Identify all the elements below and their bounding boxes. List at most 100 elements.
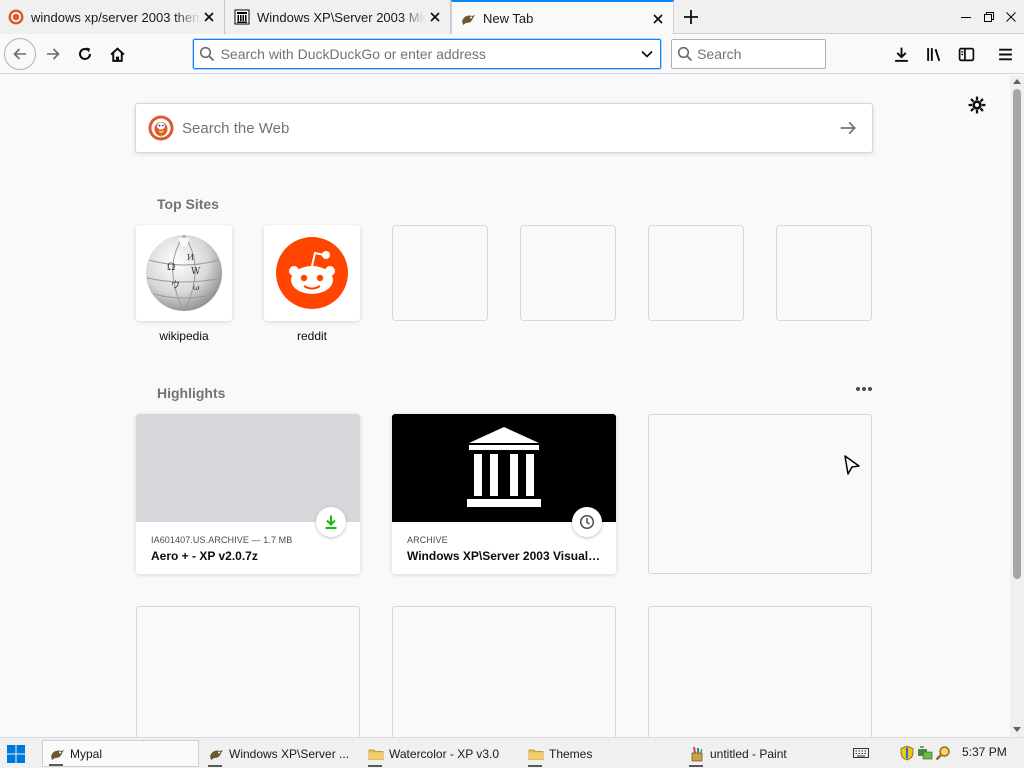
tab-new-tab[interactable]: New Tab (451, 0, 674, 35)
forward-button[interactable] (38, 39, 68, 69)
keyboard-icon[interactable] (853, 745, 869, 761)
svg-text:ω: ω (193, 283, 200, 292)
folder-icon (368, 746, 384, 762)
svg-text:Ω: Ω (167, 262, 175, 273)
highlight-thumbnail (392, 414, 616, 522)
restore-button[interactable] (978, 6, 1000, 28)
library-button[interactable] (919, 39, 949, 69)
close-window-button[interactable] (1000, 6, 1022, 28)
web-search-box[interactable] (135, 103, 873, 153)
close-tab-icon[interactable] (200, 8, 218, 26)
mouse-cursor-icon (844, 455, 860, 475)
downloads-button[interactable] (886, 39, 916, 69)
folder-icon (528, 746, 544, 762)
clock-icon (572, 507, 602, 537)
tab-duckduckgo-search[interactable]: windows xp/server 2003 theme (0, 0, 225, 34)
windows-logo-icon (7, 745, 25, 763)
search-bar[interactable] (671, 39, 826, 69)
menu-button[interactable] (990, 39, 1020, 69)
taskbar-item-themes[interactable]: Themes (522, 740, 677, 767)
paint-icon (689, 746, 705, 762)
web-search-input[interactable] (182, 119, 828, 137)
network-icon[interactable] (917, 745, 933, 761)
library-icon (926, 47, 940, 61)
vertical-scrollbar[interactable] (1010, 75, 1024, 737)
mypal-icon (49, 746, 65, 762)
url-input[interactable] (220, 46, 634, 62)
highlights-options-button[interactable] (852, 381, 876, 397)
back-button[interactable] (4, 38, 36, 70)
new-tab-button[interactable] (678, 4, 704, 30)
highlight-card-archive[interactable]: ARCHIVE Windows XP\Server 2003 Visual St… (392, 414, 616, 574)
minimize-icon (961, 17, 971, 18)
top-site-empty[interactable] (392, 225, 488, 321)
search-tray-icon[interactable] (935, 745, 951, 761)
reload-icon (79, 47, 91, 60)
top-site-empty[interactable] (520, 225, 616, 321)
tab-title: New Tab (483, 11, 534, 26)
chevron-down-icon[interactable] (633, 47, 660, 61)
taskbar-item-label: untitled - Paint (710, 746, 787, 761)
scrollbar-thumb[interactable] (1013, 89, 1021, 579)
reload-button[interactable] (70, 39, 100, 69)
highlight-context: IA601407.US.ARCHIVE — 1.7 MB (151, 535, 293, 545)
search-input[interactable] (697, 46, 825, 62)
tab-strip: windows xp/server 2003 theme Windows XP\… (0, 0, 1024, 35)
scroll-up-arrow-icon[interactable] (1013, 77, 1021, 85)
top-site-tile[interactable]: Ω И W ウ ω (136, 225, 232, 321)
highlight-thumbnail (136, 414, 360, 522)
taskbar-item-label: Watercolor - XP v3.0 (389, 746, 500, 761)
svg-text:И: И (187, 253, 194, 262)
mypal-icon (208, 746, 224, 762)
active-indicator (49, 764, 63, 766)
top-site-reddit[interactable]: reddit (264, 225, 360, 343)
top-site-label: wikipedia (159, 329, 209, 343)
arrow-right-icon[interactable] (828, 108, 868, 148)
security-shield-icon[interactable] (899, 745, 915, 761)
address-bar[interactable] (193, 39, 661, 69)
close-tab-icon[interactable] (649, 10, 667, 28)
hamburger-menu-icon (998, 48, 1012, 60)
customize-button[interactable] (966, 94, 988, 116)
scroll-down-arrow-icon[interactable] (1013, 726, 1021, 734)
empty-top-site-tile[interactable] (648, 225, 744, 321)
duckduckgo-logo-icon (148, 115, 174, 141)
sidebar-button[interactable] (951, 39, 981, 69)
taskbar-item-paint[interactable]: untitled - Paint (683, 740, 838, 767)
empty-top-site-tile[interactable] (520, 225, 616, 321)
highlight-context: ARCHIVE (407, 535, 448, 545)
back-arrow-icon (13, 48, 26, 60)
tab-archive[interactable]: Windows XP\Server 2003 Micro (226, 0, 451, 34)
highlights-heading: Highlights (157, 385, 226, 401)
empty-top-site-tile[interactable] (392, 225, 488, 321)
tab-title: windows xp/server 2003 theme (31, 9, 200, 25)
taskbar-item-label: Mypal (70, 746, 103, 761)
new-tab-page: Top Sites Ω И W ウ ω wikipedia (0, 75, 1010, 737)
close-tab-icon[interactable] (426, 8, 444, 26)
taskbar-item-windows-xp[interactable]: Windows XP\Server ... (202, 740, 357, 767)
minimize-button[interactable] (955, 6, 977, 28)
search-icon (672, 46, 697, 62)
start-button[interactable] (4, 742, 28, 766)
taskbar-item-watercolor[interactable]: Watercolor - XP v3.0 (362, 740, 517, 767)
running-indicator (368, 765, 382, 767)
top-site-empty[interactable] (776, 225, 872, 321)
svg-text:ウ: ウ (171, 280, 180, 291)
running-indicator (208, 765, 222, 767)
sidebar-icon (958, 47, 974, 61)
running-indicator (689, 765, 703, 767)
system-clock[interactable]: 5:37 PM (962, 745, 1007, 759)
top-site-empty[interactable] (648, 225, 744, 321)
navigation-toolbar (0, 34, 1024, 74)
highlight-title: Windows XP\Server 2003 Visual Styles (407, 549, 603, 563)
top-site-tile[interactable] (264, 225, 360, 321)
taskbar-item-mypal[interactable]: Mypal (42, 740, 199, 767)
mypal-icon (460, 11, 476, 27)
highlight-card-empty (392, 606, 616, 737)
plus-icon (684, 10, 698, 24)
home-button[interactable] (102, 39, 132, 69)
archive-logo-icon (467, 427, 541, 507)
top-site-wikipedia[interactable]: Ω И W ウ ω wikipedia (136, 225, 232, 343)
empty-top-site-tile[interactable] (776, 225, 872, 321)
highlight-card-download[interactable]: IA601407.US.ARCHIVE — 1.7 MB Aero + - XP… (136, 414, 360, 574)
